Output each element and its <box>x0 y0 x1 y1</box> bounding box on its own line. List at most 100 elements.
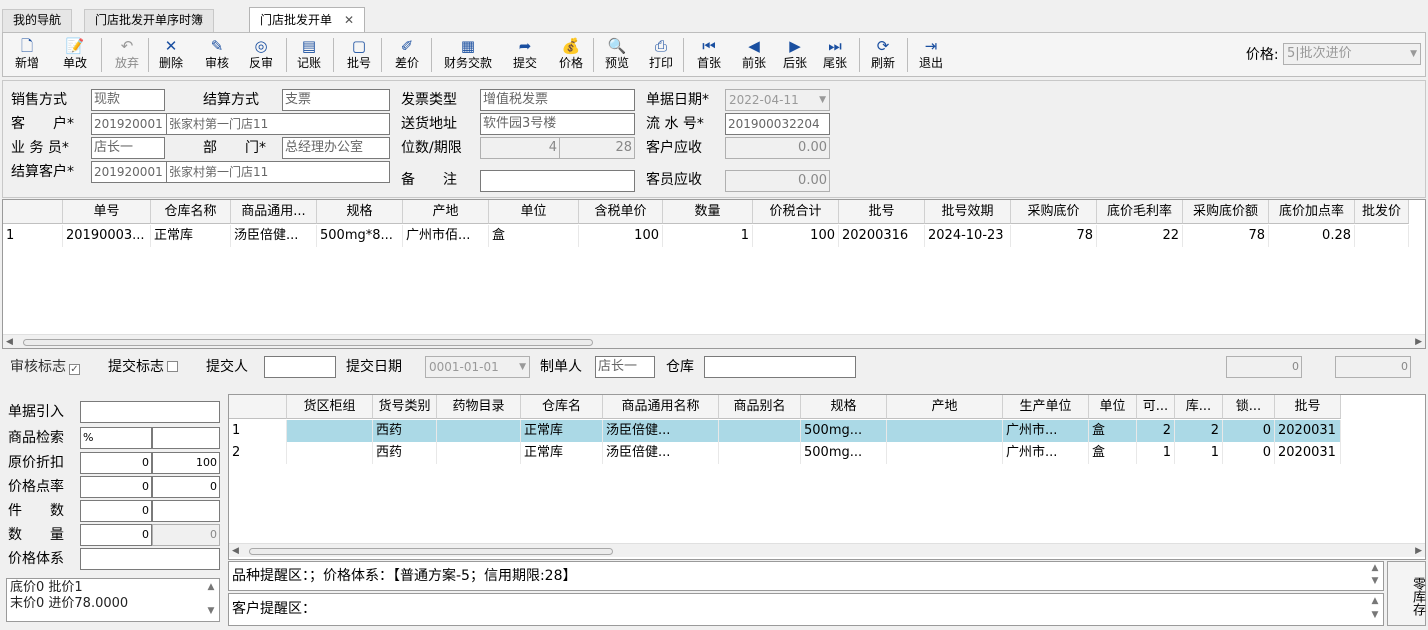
table-row[interactable]: 2 西药 正常库 汤臣倍健... 500mg... 广州市... 盒 1 1 0 2020031 <box>229 442 1341 464</box>
creator-field[interactable]: 店长一 <box>595 356 655 378</box>
column-header[interactable]: 商品别名 <box>719 395 801 419</box>
column-header[interactable]: 商品通用名称 <box>603 395 719 419</box>
submit-button[interactable]: ➦ 提交 <box>507 35 543 75</box>
table-cell[interactable] <box>719 442 801 464</box>
table-cell[interactable]: 500mg... <box>801 442 887 464</box>
table-cell[interactable]: 正常库 <box>521 442 603 464</box>
detail-horizontal-scrollbar[interactable]: ◀ ▶ <box>3 334 1425 348</box>
column-header[interactable]: 含税单价 <box>579 200 663 224</box>
column-header[interactable]: 货号类别 <box>373 395 437 419</box>
column-header[interactable]: 采购底价额 <box>1183 200 1269 224</box>
table-cell[interactable] <box>287 420 373 442</box>
customer-code-field[interactable]: 201920001 <box>91 113 167 135</box>
table-cell[interactable]: 广州市... <box>1003 442 1089 464</box>
column-header[interactable]: 批号效期 <box>925 200 1011 224</box>
price-rate-field-b[interactable]: 0 <box>152 476 220 498</box>
preview-button[interactable]: 🔍 预览 <box>599 35 635 75</box>
column-header[interactable]: 数量 <box>663 200 753 224</box>
table-cell[interactable]: 西药 <box>373 442 437 464</box>
remark-field[interactable] <box>480 170 635 192</box>
table-cell[interactable]: 78 <box>1183 225 1269 247</box>
table-cell[interactable]: 500mg*8... <box>317 225 403 247</box>
table-cell[interactable] <box>437 420 521 442</box>
table-cell[interactable]: 2020031 <box>1275 442 1341 464</box>
print-button[interactable]: ⎙ 打印 <box>643 35 679 75</box>
table-row[interactable]: 1 20190003... 正常库 汤臣倍健... 500mg*8... 广州市佰... 盒… <box>3 225 1409 247</box>
column-header[interactable]: 底价毛利率 <box>1097 200 1183 224</box>
price-rate-field-a[interactable]: 0 <box>80 476 152 498</box>
column-header[interactable]: 仓库名 <box>521 395 603 419</box>
invoice-type-field[interactable]: 增值税发票 <box>480 89 635 111</box>
memo-scroll[interactable]: ▲ ▼ <box>203 579 219 621</box>
table-cell[interactable] <box>887 442 1003 464</box>
column-header[interactable]: 批号 <box>839 200 925 224</box>
doc-import-field[interactable] <box>80 401 220 423</box>
chevron-up-icon[interactable]: ▲ <box>1367 594 1383 608</box>
table-cell[interactable]: 0 <box>1223 420 1275 442</box>
post-button[interactable]: ▤ 记账 <box>289 35 329 75</box>
quantity-field-a[interactable]: 0 <box>80 524 152 546</box>
new-button[interactable]: 🗋 新增 <box>7 35 47 75</box>
customer-name-field[interactable]: 张家村第一门店11 <box>166 113 390 135</box>
close-icon[interactable]: ✕ <box>344 13 354 27</box>
submit-date-picker[interactable]: 0001-01-01 ▼ <box>425 356 530 378</box>
stock-horizontal-scrollbar[interactable]: ◀ ▶ <box>229 543 1425 557</box>
column-header[interactable]: 单位 <box>489 200 579 224</box>
column-header[interactable] <box>229 395 287 419</box>
scrollbar-thumb[interactable] <box>23 339 593 346</box>
price-button[interactable]: 💰 价格 <box>553 35 589 75</box>
scroll-left-icon[interactable]: ◀ <box>232 544 239 558</box>
chevron-up-icon[interactable]: ▲ <box>203 579 219 595</box>
serial-field[interactable]: 201900032204 <box>725 113 830 135</box>
table-cell[interactable]: 22 <box>1097 225 1183 247</box>
table-cell[interactable]: 100 <box>579 225 663 247</box>
tab-my-navigation[interactable]: 我的导航 <box>2 9 73 32</box>
scrollbar-thumb[interactable] <box>249 548 613 555</box>
digits-field[interactable]: 4 <box>480 137 560 159</box>
table-cell[interactable]: 0 <box>1223 442 1275 464</box>
table-cell[interactable] <box>719 420 801 442</box>
table-cell[interactable]: 500mg... <box>801 420 887 442</box>
table-cell[interactable]: 2 <box>229 442 287 464</box>
table-cell[interactable]: 1 <box>229 420 287 442</box>
table-cell[interactable]: 1 <box>663 225 753 247</box>
submit-checkbox[interactable] <box>167 361 178 372</box>
table-cell[interactable]: 正常库 <box>151 225 231 247</box>
table-cell[interactable]: 盒 <box>1089 442 1137 464</box>
next-button[interactable]: ▶ 后张 <box>777 35 813 75</box>
table-cell[interactable] <box>1355 225 1409 247</box>
table-cell[interactable]: 78 <box>1011 225 1097 247</box>
scroll-right-icon[interactable]: ▶ <box>1415 335 1422 348</box>
tab-wholesale-order[interactable]: 门店批发开单 ✕ <box>249 7 366 33</box>
column-header[interactable]: 批发价 <box>1355 200 1409 224</box>
table-cell[interactable]: 盒 <box>1089 420 1137 442</box>
column-header[interactable]: 规格 <box>801 395 887 419</box>
column-header[interactable]: 单号 <box>63 200 151 224</box>
column-header[interactable]: 药物目录 <box>437 395 521 419</box>
settle-cust-name-field[interactable]: 张家村第一门店11 <box>166 161 390 183</box>
sale-mode-field[interactable]: 现款 <box>91 89 165 111</box>
delivery-field[interactable]: 软件园3号楼 <box>480 113 635 135</box>
table-cell[interactable]: 正常库 <box>521 420 603 442</box>
table-cell[interactable]: 汤臣倍健... <box>231 225 317 247</box>
table-cell[interactable]: 2020031 <box>1275 420 1341 442</box>
warehouse-field[interactable] <box>704 356 856 378</box>
table-cell[interactable]: 西药 <box>373 420 437 442</box>
product-search-extra[interactable] <box>152 427 220 449</box>
table-cell[interactable]: 20200316 <box>839 225 925 247</box>
edit-button[interactable]: 📝 单改 <box>55 35 95 75</box>
column-header[interactable]: 生产单位 <box>1003 395 1089 419</box>
column-header[interactable]: 单位 <box>1089 395 1137 419</box>
unaudit-button[interactable]: ◎ 反审 <box>241 35 281 75</box>
column-header[interactable]: 可... <box>1137 395 1175 419</box>
column-header[interactable]: 规格 <box>317 200 403 224</box>
table-cell[interactable]: 广州市... <box>1003 420 1089 442</box>
table-cell[interactable]: 2 <box>1137 420 1175 442</box>
chevron-down-icon[interactable]: ▼ <box>1367 608 1383 622</box>
delete-button[interactable]: ✕ 删除 <box>153 35 189 75</box>
column-header[interactable]: 锁... <box>1223 395 1275 419</box>
table-cell[interactable]: 100 <box>753 225 839 247</box>
price-diff-button[interactable]: ✐ 差价 <box>387 35 427 75</box>
table-cell[interactable] <box>887 420 1003 442</box>
last-button[interactable]: ⏭ 尾张 <box>817 35 853 75</box>
